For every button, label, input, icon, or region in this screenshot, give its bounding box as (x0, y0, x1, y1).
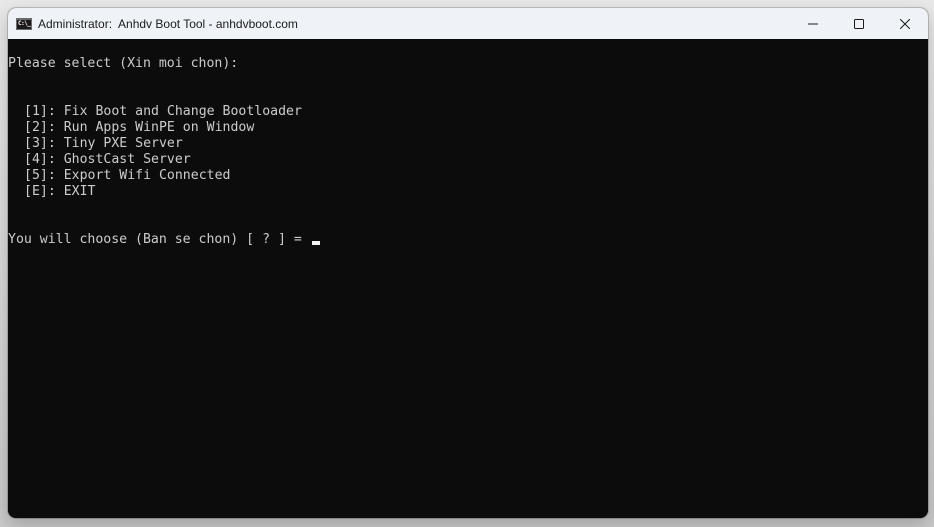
menu-key: [5] (24, 168, 48, 183)
menu-label: Fix Boot and Change Bootloader (63, 104, 302, 119)
menu-key: [3] (24, 136, 48, 151)
title-bar[interactable]: C:\_ Administrator: Anhdv Boot Tool - an… (8, 8, 928, 39)
menu-key: [E] (24, 184, 48, 199)
menu-key: [1] (24, 104, 48, 119)
minimize-icon (808, 23, 818, 24)
prompt-header: Please select (Xin moi chon): (8, 56, 239, 71)
menu-item-4: [4]: GhostCast Server (24, 152, 191, 167)
menu-item-1: [1]: Fix Boot and Change Bootloader (24, 104, 302, 119)
close-button[interactable] (882, 8, 928, 39)
close-icon (900, 18, 910, 29)
menu-label: Export Wifi Connected (63, 168, 231, 183)
input-prompt: You will choose (Ban se chon) [ ? ] = (8, 232, 310, 247)
minimize-button[interactable] (790, 8, 836, 39)
menu-label: EXIT (63, 184, 96, 199)
text-cursor (311, 241, 320, 245)
menu-item-3: [3]: Tiny PXE Server (24, 136, 183, 151)
input-line[interactable]: You will choose (Ban se chon) [ ? ] = (8, 232, 928, 248)
console-output[interactable]: Please select (Xin moi chon): [1]: Fix B… (8, 39, 928, 518)
menu-key: [2] (24, 120, 48, 135)
maximize-icon (854, 18, 864, 29)
menu-item-exit: [E]: EXIT (24, 184, 96, 199)
console-icon: C:\_ (16, 17, 32, 30)
console-window: C:\_ Administrator: Anhdv Boot Tool - an… (8, 8, 928, 518)
menu-label: Tiny PXE Server (63, 136, 183, 151)
menu-item-2: [2]: Run Apps WinPE on Window (24, 120, 255, 135)
menu-key: [4] (24, 152, 48, 167)
menu-label: GhostCast Server (63, 152, 191, 167)
menu-label: Run Apps WinPE on Window (63, 120, 255, 135)
window-title: Administrator: Anhdv Boot Tool - anhdvbo… (38, 16, 298, 31)
maximize-button[interactable] (836, 8, 882, 39)
menu-item-5: [5]: Export Wifi Connected (24, 168, 231, 183)
window-controls (790, 8, 928, 39)
